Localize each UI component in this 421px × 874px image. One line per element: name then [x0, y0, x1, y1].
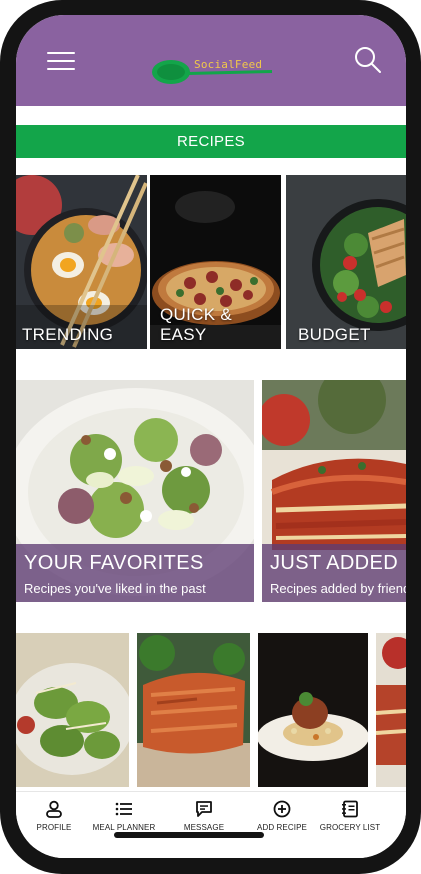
collection-subtitle: Recipes added by friends [270, 581, 406, 596]
nav-message[interactable]: MESSAGE [166, 800, 242, 832]
collection-title: YOUR FAVORITES [24, 552, 204, 574]
recipe-thumbnail[interactable] [137, 633, 250, 787]
category-label: QUICK & EASY [160, 305, 233, 344]
app-logo[interactable]: SocialFeed [150, 53, 274, 89]
plated-dish-image [258, 633, 368, 787]
nav-label: PROFILE [36, 823, 72, 832]
nav-label: MESSAGE [183, 823, 225, 832]
glazed-chicken-image [137, 633, 250, 787]
home-indicator[interactable] [114, 832, 264, 838]
notebook-icon [342, 800, 358, 818]
nav-label: ADD RECIPE [257, 823, 307, 832]
category-card-quick-easy[interactable]: QUICK & EASY [150, 175, 281, 349]
hamburger-menu-icon[interactable] [47, 52, 75, 72]
nav-grocery-list[interactable]: GROCERY LIST [312, 800, 388, 832]
chicken-salad-image [286, 175, 406, 349]
collection-caption: YOUR FAVORITES Recipes you've liked in t… [16, 544, 254, 602]
category-card-trending[interactable]: TRENDING [16, 175, 147, 349]
collection-title: JUST ADDED [270, 552, 399, 574]
collections-carousel[interactable]: YOUR FAVORITES Recipes you've liked in t… [16, 380, 406, 602]
category-label: TRENDING [22, 325, 114, 344]
category-card-budget[interactable]: BUDGET [286, 175, 406, 349]
phone-frame: SocialFeed RECIPES TRENDING QUICK & EASY… [0, 0, 421, 874]
app-screen: SocialFeed RECIPES TRENDING QUICK & EASY… [16, 15, 406, 858]
collection-card-your-favorites[interactable]: YOUR FAVORITES Recipes you've liked in t… [16, 380, 254, 602]
brand-name: SocialFeed [194, 58, 263, 71]
recipe-thumbnail[interactable] [16, 633, 129, 787]
nav-meal-planner[interactable]: MEAL PLANNER [86, 800, 162, 832]
nav-label: MEAL PLANNER [92, 823, 156, 832]
category-label: BUDGET [298, 325, 371, 344]
collection-card-just-added[interactable]: JUST ADDED Recipes added by friends [262, 380, 406, 602]
category-carousel[interactable]: TRENDING QUICK & EASY BUDGET [16, 175, 406, 349]
recipe-thumbnail[interactable] [376, 633, 406, 787]
recent-recipes-carousel[interactable] [16, 633, 406, 789]
profile-icon [46, 800, 62, 818]
pesto-gnocchi-image [16, 633, 129, 787]
bottom-navigation: PROFILE MEAL PLANNER MESSAGE ADD RECIPE … [16, 791, 406, 858]
nav-add-recipe[interactable]: ADD RECIPE [244, 800, 320, 832]
search-icon[interactable] [353, 45, 383, 75]
collection-caption: JUST ADDED Recipes added by friends [262, 544, 406, 602]
list-icon [115, 802, 132, 816]
add-circle-icon [273, 800, 291, 818]
nav-profile[interactable]: PROFILE [16, 800, 92, 832]
app-header: SocialFeed [16, 15, 406, 106]
collection-subtitle: Recipes you've liked in the past [24, 581, 206, 596]
nav-label: GROCERY LIST [319, 823, 381, 832]
lasagna-thumbnail-image [376, 633, 406, 787]
message-icon [196, 801, 212, 817]
ramen-bowl-image [16, 175, 147, 349]
recipe-thumbnail[interactable] [258, 633, 368, 787]
recipes-section-header[interactable]: RECIPES [16, 125, 406, 158]
